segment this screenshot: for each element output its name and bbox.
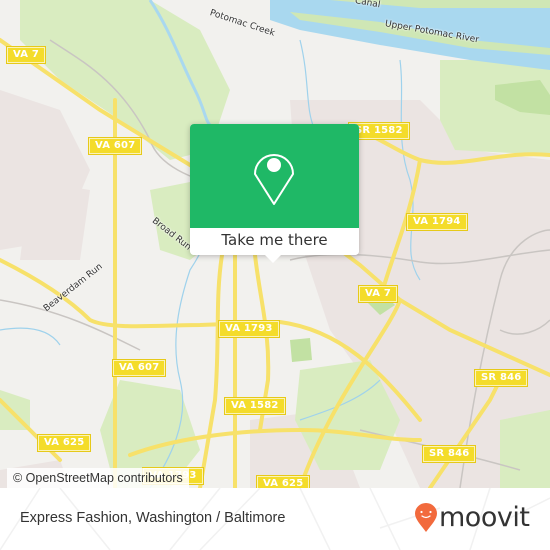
- road-shield-va-7: VA 7: [5, 46, 47, 64]
- road-shield-va-7-east: VA 7: [357, 285, 399, 303]
- road-shield-sr-846-south: SR 846: [421, 445, 477, 463]
- take-me-there-button[interactable]: Take me there: [190, 228, 359, 255]
- moovit-wordmark: moovit: [439, 502, 530, 533]
- place-title: Express Fashion, Washington / Baltimore: [20, 510, 286, 526]
- road-shield-va-607-south: VA 607: [111, 359, 167, 377]
- road-shield-sr-846: SR 846: [473, 369, 529, 387]
- road-shield-va-1794: VA 1794: [406, 213, 468, 231]
- road-shield-va-625: VA 625: [36, 434, 92, 452]
- road-shield-va-1582: VA 1582: [224, 397, 286, 415]
- map-attribution[interactable]: © OpenStreetMap contributors: [7, 468, 189, 488]
- road-shield-va-607: VA 607: [87, 137, 143, 155]
- road-shield-va-625-east: VA 625: [255, 475, 311, 488]
- popup-header: [190, 124, 359, 228]
- moovit-pin-icon: [415, 503, 437, 532]
- footer-bar: Express Fashion, Washington / Baltimore …: [0, 488, 550, 550]
- road-shield-va-1793: VA 1793: [218, 320, 280, 338]
- popup-pointer: [264, 254, 282, 263]
- map-view[interactable]: Potomac Creek Upper Potomac River Canal …: [0, 0, 550, 488]
- location-pin-icon: [254, 154, 294, 205]
- location-popup: Take me there: [190, 124, 359, 263]
